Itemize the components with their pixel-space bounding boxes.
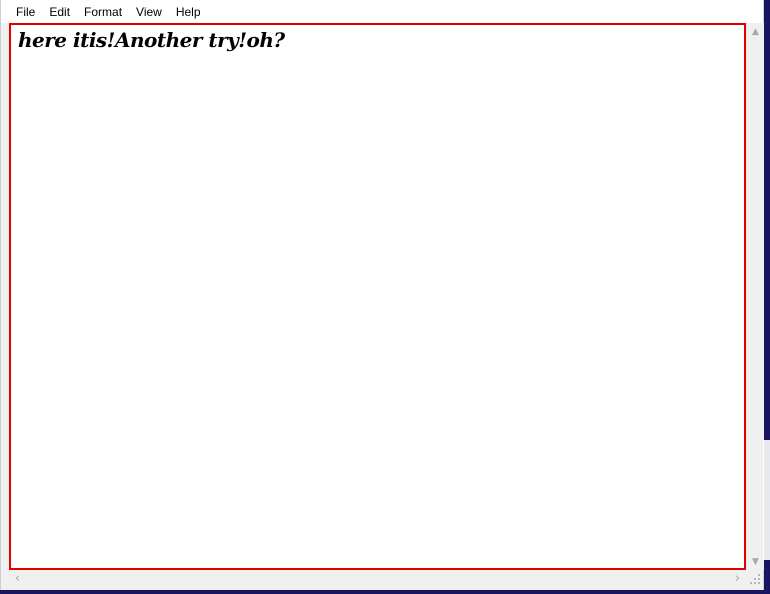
- menu-file[interactable]: File: [9, 3, 42, 22]
- editor-content: here itis!Another try!oh?: [18, 28, 285, 52]
- chevron-up-icon[interactable]: ▲: [747, 23, 764, 40]
- menu-edit[interactable]: Edit: [42, 3, 77, 22]
- text-editor-area[interactable]: here itis!Another try!oh?: [9, 23, 746, 570]
- vertical-scrollbar[interactable]: ▲ ▼: [746, 23, 764, 570]
- menu-bar: File Edit Format View Help: [1, 0, 763, 23]
- menu-format[interactable]: Format: [77, 3, 129, 22]
- menu-help[interactable]: Help: [169, 3, 208, 22]
- resize-grip-icon[interactable]: [746, 570, 763, 587]
- horizontal-scrollbar[interactable]: ‹ ›: [9, 570, 746, 587]
- chevron-down-icon[interactable]: ▼: [747, 553, 764, 570]
- menu-view[interactable]: View: [129, 3, 169, 22]
- chevron-right-icon[interactable]: ›: [729, 570, 746, 587]
- desktop-background-fragment: [763, 440, 770, 560]
- chevron-left-icon[interactable]: ‹: [9, 570, 26, 587]
- notepad-window: File Edit Format View Help here itis!Ano…: [0, 0, 764, 590]
